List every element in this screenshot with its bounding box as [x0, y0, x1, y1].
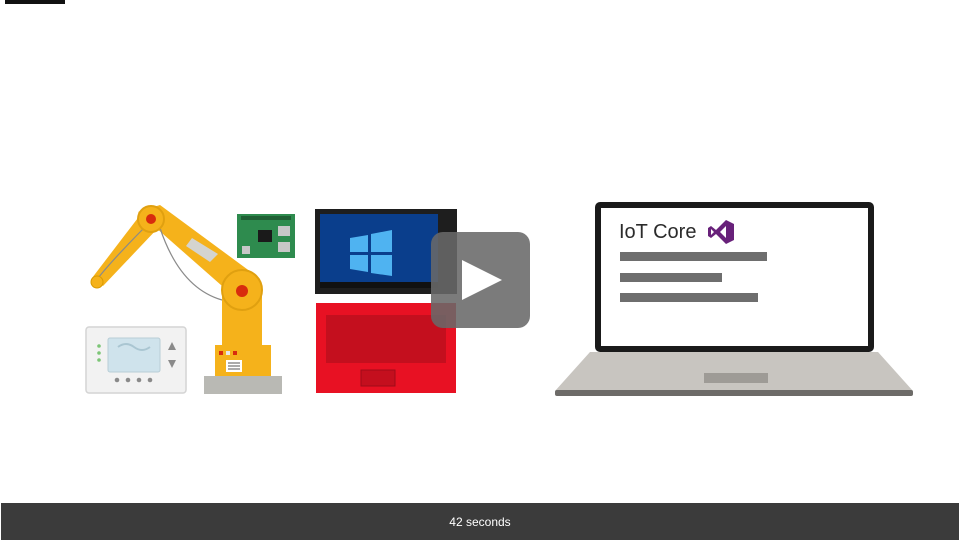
video-footer-bar: 42 seconds: [1, 503, 959, 540]
laptop: IoT Core: [555, 202, 913, 396]
play-button[interactable]: [431, 232, 530, 328]
play-icon: [462, 260, 502, 300]
video-duration-label: 42 seconds: [449, 514, 511, 529]
circuit-board: [237, 214, 295, 258]
laptop-screen-title: IoT Core: [619, 221, 696, 243]
thermostat-device: [85, 326, 187, 394]
